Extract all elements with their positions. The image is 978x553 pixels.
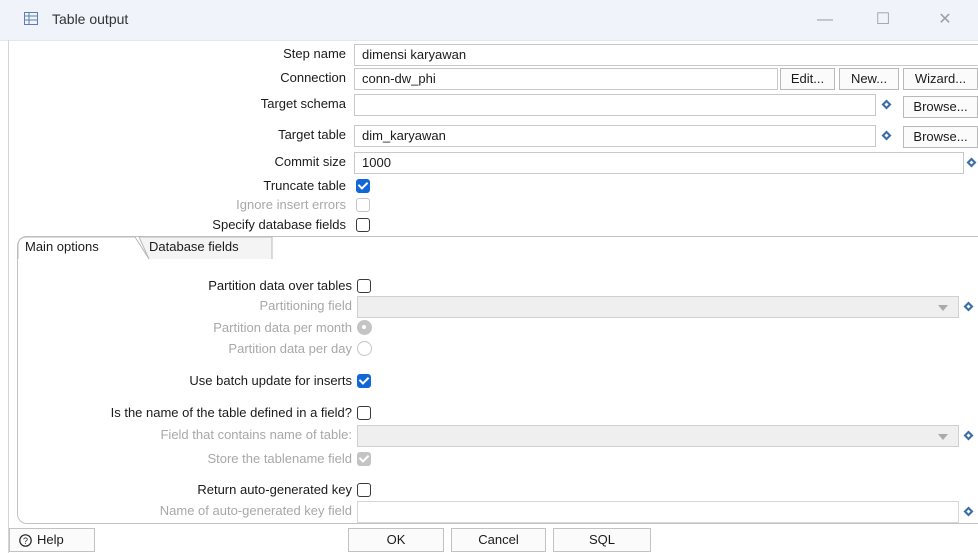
specify-database-fields-label: Specify database fields bbox=[212, 217, 346, 232]
ignore-insert-errors-checkbox[interactable] bbox=[356, 198, 370, 212]
batch-update-checkbox[interactable] bbox=[357, 374, 371, 388]
store-tablename-label: Store the tablename field bbox=[207, 451, 352, 466]
step-name-input[interactable]: dimensi karyawan bbox=[354, 44, 978, 66]
svg-text:?: ? bbox=[23, 536, 28, 546]
commit-size-input[interactable]: 1000 bbox=[354, 152, 964, 174]
connection-label: Connection bbox=[280, 70, 346, 85]
variable-icon[interactable] bbox=[963, 301, 974, 312]
help-label: Help bbox=[37, 532, 64, 547]
key-field-name-input[interactable] bbox=[357, 501, 959, 523]
wizard-button[interactable]: Wizard... bbox=[903, 68, 978, 90]
store-tablename-checkbox[interactable] bbox=[357, 452, 371, 466]
variable-icon[interactable] bbox=[881, 130, 892, 141]
ignore-insert-errors-label: Ignore insert errors bbox=[236, 197, 346, 212]
partitioning-field-select[interactable] bbox=[357, 296, 959, 318]
browse-table-button[interactable]: Browse... bbox=[903, 126, 978, 148]
table-icon bbox=[24, 12, 38, 25]
chevron-down-icon bbox=[938, 434, 948, 440]
target-schema-input[interactable] bbox=[354, 94, 876, 116]
truncate-table-checkbox[interactable] bbox=[356, 179, 370, 193]
tab-main-options[interactable]: Main options bbox=[19, 236, 105, 258]
step-name-label: Step name bbox=[283, 46, 346, 61]
tab-database-fields[interactable]: Database fields bbox=[143, 236, 245, 258]
partitioning-field-label: Partitioning field bbox=[259, 298, 353, 313]
partition-per-day-radio[interactable] bbox=[357, 341, 372, 356]
key-field-name-label: Name of auto-generated key field bbox=[159, 503, 352, 518]
close-button[interactable]: ✕ bbox=[922, 0, 968, 40]
commit-size-label: Commit size bbox=[274, 154, 346, 169]
field-table-name-label: Field that contains name of table: bbox=[160, 427, 352, 442]
sql-button[interactable]: SQL bbox=[553, 528, 651, 552]
partition-data-label: Partition data over tables bbox=[208, 278, 352, 293]
truncate-table-label: Truncate table bbox=[263, 178, 346, 193]
title-bar: Table output — ☐ ✕ bbox=[0, 0, 978, 41]
partition-per-month-label: Partition data per month bbox=[213, 320, 352, 335]
batch-update-label: Use batch update for inserts bbox=[189, 373, 352, 388]
field-table-name-select[interactable] bbox=[357, 425, 959, 447]
ok-button[interactable]: OK bbox=[348, 528, 444, 552]
minimize-button[interactable]: — bbox=[802, 0, 848, 40]
new-connection-button[interactable]: New... bbox=[839, 68, 899, 90]
target-table-label: Target table bbox=[278, 127, 346, 142]
variable-icon[interactable] bbox=[963, 506, 974, 517]
help-icon: ? bbox=[19, 534, 32, 547]
variable-icon[interactable] bbox=[966, 157, 977, 168]
specify-database-fields-checkbox[interactable] bbox=[356, 218, 370, 232]
variable-icon[interactable] bbox=[881, 99, 892, 110]
maximize-button[interactable]: ☐ bbox=[860, 0, 906, 40]
partition-per-day-label: Partition data per day bbox=[228, 341, 352, 356]
return-key-label: Return auto-generated key bbox=[197, 482, 352, 497]
table-in-field-checkbox[interactable] bbox=[357, 406, 371, 420]
table-in-field-label: Is the name of the table defined in a fi… bbox=[110, 405, 352, 420]
options-panel bbox=[17, 236, 978, 524]
window-edge bbox=[8, 40, 9, 553]
chevron-down-icon bbox=[938, 305, 948, 311]
browse-schema-button[interactable]: Browse... bbox=[903, 96, 978, 118]
help-button[interactable]: ? Help bbox=[9, 528, 95, 552]
window-title: Table output bbox=[52, 11, 129, 27]
partition-per-month-radio[interactable] bbox=[357, 320, 372, 335]
cancel-button[interactable]: Cancel bbox=[451, 528, 546, 552]
edit-connection-button[interactable]: Edit... bbox=[780, 68, 835, 90]
return-key-checkbox[interactable] bbox=[357, 483, 371, 497]
target-schema-label: Target schema bbox=[260, 96, 346, 111]
partition-data-checkbox[interactable] bbox=[357, 279, 371, 293]
variable-icon[interactable] bbox=[963, 430, 974, 441]
target-table-input[interactable]: dim_karyawan bbox=[354, 125, 876, 147]
connection-select[interactable]: conn-dw_phi bbox=[354, 68, 778, 90]
